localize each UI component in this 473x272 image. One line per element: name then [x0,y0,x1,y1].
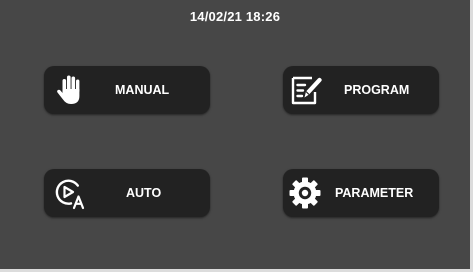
gear-icon [287,175,323,211]
parameter-button[interactable]: PARAMETER [283,169,439,217]
manual-button[interactable]: MANUAL [44,66,210,114]
edit-document-icon [288,72,324,108]
auto-label: AUTO [126,186,162,200]
program-button[interactable]: PROGRAM [283,66,439,114]
program-label: PROGRAM [344,83,410,97]
parameter-label: PARAMETER [335,186,414,200]
hmi-screen: 14/02/21 18:26 MANUAL PROGRAM AUTO PARAM… [0,0,473,272]
manual-label: MANUAL [115,83,170,97]
auto-play-icon [52,175,88,211]
auto-button[interactable]: AUTO [44,169,210,217]
datetime-display: 14/02/21 18:26 [189,9,281,24]
hand-icon [52,72,88,108]
